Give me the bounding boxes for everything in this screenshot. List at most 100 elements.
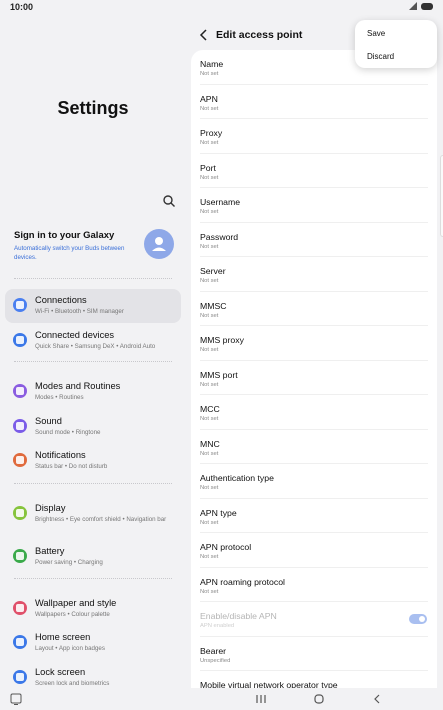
navigation-bar — [0, 688, 443, 710]
field-value: APN enabled — [200, 623, 235, 629]
sidebar-item-subtitle: Status bar • Do not disturb — [35, 463, 108, 470]
apn-field-port[interactable]: Port Not set — [191, 154, 437, 188]
divider — [14, 361, 172, 362]
page-title: Settings — [57, 98, 129, 118]
sidebar-item-subtitle: Wallpapers • Colour palette — [35, 611, 110, 618]
field-value: Not set — [200, 554, 219, 560]
sidebar-item-label: Home screen — [35, 632, 91, 642]
sidebar-item-subtitle: Quick Share • Samsung DeX • Android Auto — [35, 343, 156, 350]
sidebar-item-subtitle: Wi-Fi • Bluetooth • SIM manager — [35, 308, 124, 315]
field-label: Username — [200, 197, 241, 207]
battery-circle-icon — [13, 549, 27, 563]
apn-field-apn-protocol[interactable]: APN protocol Not set — [191, 533, 437, 568]
sidebar-item-label: Modes and Routines — [35, 381, 121, 391]
lock-icon — [13, 670, 27, 684]
status-icons — [409, 2, 433, 10]
account-card[interactable]: Sign in to your Galaxy Automatically swi… — [8, 224, 180, 272]
field-value: Not set — [200, 588, 219, 595]
field-label: MMSC — [200, 300, 227, 311]
devices-icon — [13, 333, 27, 347]
sidebar-item-battery[interactable]: Battery Power saving • Charging — [5, 540, 181, 574]
discard-button[interactable]: Discard — [367, 52, 394, 61]
home-icon — [13, 635, 27, 649]
sidebar-item-notifications[interactable]: Notifications Status bar • Do not disturb — [5, 444, 181, 478]
field-label: MCC — [200, 404, 220, 414]
sidebar-item-subtitle: Modes • Routines — [35, 394, 84, 401]
field-value: Not set — [200, 485, 219, 491]
divider — [14, 578, 172, 579]
apn-enable-toggle[interactable] — [409, 614, 427, 624]
field-label: APN type — [200, 507, 237, 518]
search-icon[interactable] — [162, 194, 176, 208]
divider — [14, 278, 172, 279]
sidebar-item-sound[interactable]: Sound Sound mode • Ringtone — [5, 410, 181, 444]
sidebar-item-modes-and-routines[interactable]: Modes and Routines Modes • Routines — [5, 375, 181, 409]
status-bar: 10:00 — [0, 0, 443, 16]
keyboard-icon[interactable] — [9, 692, 23, 706]
field-value: Not set — [200, 243, 219, 250]
field-label: APN — [200, 93, 218, 104]
apn-field-proxy[interactable]: Proxy Not set — [191, 119, 437, 154]
field-value: Not set — [200, 381, 219, 388]
field-label: Bearer — [200, 645, 227, 656]
apn-field-mms-proxy[interactable]: MMS proxy Not set — [191, 326, 437, 361]
field-label: MMS proxy — [200, 335, 244, 345]
sidebar-item-subtitle: Brightness • Eye comfort shield • Naviga… — [35, 516, 167, 523]
recents-icon[interactable] — [254, 692, 268, 706]
account-title: Sign in to your Galaxy — [14, 230, 115, 241]
person-icon[interactable] — [144, 229, 174, 259]
field-value: Not set — [200, 519, 219, 526]
sidebar-item-label: Wallpaper and style — [35, 598, 117, 608]
back-chevron-icon[interactable] — [370, 692, 384, 706]
field-value: Not set — [200, 278, 219, 284]
apn-field-mmsc[interactable]: MMSC Not set — [191, 292, 437, 326]
apn-field-apn-type[interactable]: APN type Not set — [191, 499, 437, 533]
account-subtitle: Automatically switch your Buds between d… — [14, 245, 125, 261]
sidebar-item-connections[interactable]: Connections Wi-Fi • Bluetooth • SIM manag… — [5, 289, 181, 323]
edit-apn-pane: Edit access point Name Not set APN Not set P… — [190, 16, 443, 690]
image-icon — [13, 601, 27, 615]
apn-field-authentication-type[interactable]: Authentication type Not set — [191, 464, 437, 499]
sidebar-item-display[interactable]: Display Brightness • Eye comfort shield •… — [5, 497, 181, 531]
apn-field-mms-port[interactable]: MMS port Not set — [191, 361, 437, 395]
save-button[interactable]: Save — [367, 29, 385, 38]
home-circle-icon[interactable] — [312, 692, 326, 706]
apn-field-username[interactable]: Username Not set — [191, 188, 437, 223]
apn-settings-card: Name Not set APN Not set Proxy Not set Port Not… — [191, 50, 437, 690]
wifi-icon — [13, 298, 27, 312]
field-label: APN protocol — [200, 542, 252, 552]
field-value: Not set — [200, 174, 219, 181]
sidebar-item-label: Sound — [35, 416, 62, 426]
field-label: APN roaming protocol — [200, 576, 285, 587]
page-title: Edit access point — [216, 29, 303, 41]
status-time: 10:00 — [10, 2, 34, 12]
more-options-menu: Save Discard — [355, 20, 437, 68]
apn-field-bearer[interactable]: Bearer Unspecified — [191, 637, 437, 671]
field-value: Not set — [200, 416, 219, 422]
speaker-icon — [13, 419, 27, 433]
field-value: Not set — [200, 347, 219, 353]
field-value: Not set — [200, 71, 219, 77]
sidebar-item-subtitle: Sound mode • Ringtone — [35, 429, 101, 436]
apn-field-mnc[interactable]: MNC Not set — [191, 430, 437, 464]
sidebar-item-home-screen[interactable]: Home screen Layout • App icon badges — [5, 626, 181, 660]
sidebar-item-subtitle: Power saving • Charging — [35, 559, 103, 566]
apn-field-apn-roaming-protocol[interactable]: APN roaming protocol Not set — [191, 568, 437, 602]
apn-field-server[interactable]: Server Not set — [191, 257, 437, 292]
divider — [14, 483, 172, 484]
field-value: Not set — [200, 312, 219, 319]
bell-icon — [13, 453, 27, 467]
field-label: Server — [200, 266, 226, 276]
sidebar-item-connected-devices[interactable]: Connected devices Quick Share • Samsung D… — [5, 324, 181, 358]
apn-field-enable-disable-apn[interactable]: Enable/disable APN APN enabled — [191, 602, 437, 637]
field-value: Not set — [200, 140, 219, 146]
apn-field-mcc[interactable]: MCC Not set — [191, 395, 437, 430]
apn-field-apn[interactable]: APN Not set — [191, 85, 437, 119]
battery-icon — [421, 2, 433, 10]
field-value: Not set — [200, 450, 219, 457]
field-value: Not set — [200, 105, 219, 112]
sidebar-item-wallpaper-and-style[interactable]: Wallpaper and style Wallpapers • Colour p… — [5, 592, 181, 626]
sidebar-item-label: Display — [35, 503, 66, 513]
apn-field-password[interactable]: Password Not set — [191, 223, 437, 257]
chevron-left-icon[interactable] — [198, 28, 210, 42]
